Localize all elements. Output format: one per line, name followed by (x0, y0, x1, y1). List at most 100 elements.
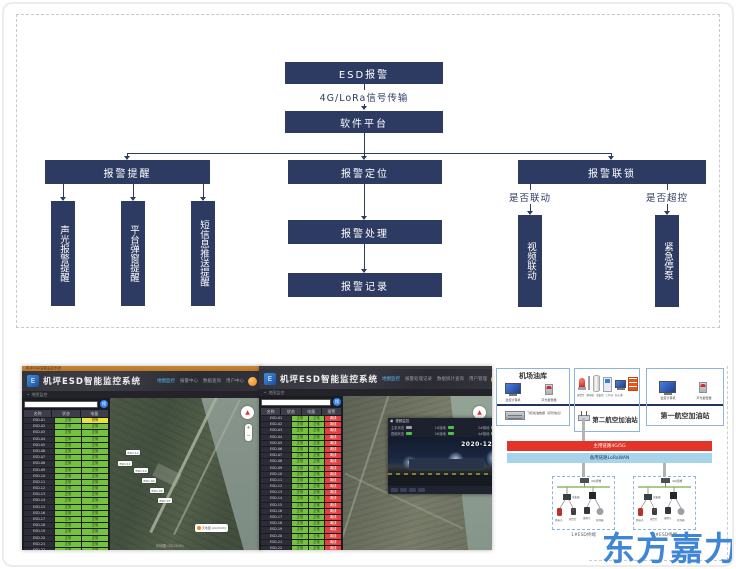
satellite-map[interactable]: ▲ +− ▣ 视频监控 ⤢ ✕ 主机状态1#接地2#接地报警状态视频状态3#接地… (343, 396, 492, 550)
table-row[interactable]: ESD-11正常正常离线 (261, 478, 341, 483)
device-name: ESD-06 (24, 449, 54, 454)
table-row[interactable]: ESD-12正常正常离线 (261, 484, 341, 489)
device-label: 静电桩 (587, 393, 595, 397)
map-marker-label[interactable]: ESD-12 (126, 450, 140, 455)
table-row[interactable]: ESD-07正常正常离线 (261, 453, 341, 458)
table-row[interactable]: ESD-21正常正常离线 (261, 540, 341, 545)
nav-item[interactable]: 数据统计查询 (437, 376, 464, 382)
table-row[interactable]: ESD-19正常正常离线 (261, 527, 341, 532)
nav-item[interactable]: 报警中心 (180, 378, 198, 384)
nav-item[interactable]: 用户管理 (469, 376, 487, 382)
table-row[interactable]: ESD-07正常正常 (24, 455, 108, 460)
device-name: ESD-08 (261, 459, 291, 464)
search-button[interactable]: 搜 (333, 398, 341, 406)
search-input[interactable] (24, 401, 98, 408)
table-row[interactable]: ESD-20正常正常 (24, 536, 108, 541)
table-row[interactable]: ESD-14正常正常 (24, 498, 108, 503)
satellite-map[interactable]: ESD-12 ESD-11ESD-10 ESD-09 ESD-08 ESD-07 ▲ +… (110, 398, 262, 550)
map-marker-label[interactable]: ESD-11 (118, 461, 132, 466)
table-row[interactable]: ESD-17正常正常离线 (261, 515, 341, 520)
play-button[interactable] (391, 488, 398, 493)
table-row[interactable]: ESD-03正常正常 (24, 430, 108, 435)
table-row[interactable]: ESD-14正常正常离线 (261, 496, 341, 501)
server-icon (505, 411, 525, 420)
compass-control[interactable]: ▲ (241, 406, 254, 419)
zoom-control[interactable]: +− (245, 424, 252, 441)
table-row[interactable]: ESD-06正常正常离线 (261, 447, 341, 452)
map-marker-label[interactable]: ESD-08 (150, 488, 164, 493)
table-row[interactable]: ESD-06正常正常 (24, 449, 108, 454)
map-marker-label[interactable]: ESD-09 (142, 478, 156, 483)
table-row[interactable]: ESD-13正常正常 (24, 492, 108, 497)
table-row[interactable]: ESD-19正常正常 (24, 529, 108, 534)
table-row[interactable]: ESD-22正常正常 (24, 548, 108, 550)
nav-item[interactable]: 报警处理记录 (405, 376, 432, 382)
table-row[interactable]: ESD-03正常正常离线 (261, 428, 341, 433)
table-row[interactable]: ESD-04正常正常离线 (261, 435, 341, 440)
alarm-cell: 离线 (325, 453, 341, 458)
flow-node-esd-alarm: ESD报警 (285, 62, 443, 84)
status-cell: 正常 (292, 503, 308, 508)
battery-cell: 正常 (82, 492, 108, 497)
battery-cell: 正常 (82, 529, 108, 534)
table-row[interactable]: ESD-01正常正常离线 (261, 416, 341, 421)
table-row[interactable]: ESD-11正常正常 (24, 480, 108, 485)
table-row[interactable]: ESD-10正常正常离线 (261, 472, 341, 477)
status-cell: 正常 (292, 453, 308, 458)
table-row[interactable]: ESD-09正常正常离线 (261, 466, 341, 471)
device-name: ESD-12 (261, 484, 291, 489)
flow-node-emergency-stop: 紧急停泵 (655, 215, 679, 307)
table-row[interactable]: ESD-01正常预警 (24, 418, 108, 423)
map-marker-label[interactable]: ESD-10 (134, 468, 148, 473)
table-row[interactable]: ESD-08正常正常离线 (261, 459, 341, 464)
status-cell: 正常 (292, 416, 308, 421)
table-row[interactable]: ESD-12正常正常 (24, 486, 108, 491)
table-row[interactable]: ESD-13正常正常离线 (261, 490, 341, 495)
alarm-cell: 离线 (325, 496, 341, 501)
battery-cell: 正常 (82, 455, 108, 460)
table-row[interactable]: ESD-05正常正常 (24, 443, 108, 448)
app-title: 机坪ESD智能监控系统 (43, 375, 141, 387)
fullscreen-button[interactable] (418, 488, 425, 493)
table-row[interactable]: ESD-10正常正常 (24, 474, 108, 479)
nav-item[interactable]: 地图监控 (382, 376, 400, 382)
battery-cell: 正常 (309, 472, 325, 477)
table-row[interactable]: ESD-15正常正常 (24, 505, 108, 510)
avatar[interactable] (248, 377, 257, 386)
table-row[interactable]: ESD-20正常正常离线 (261, 534, 341, 539)
battery-cell: 正常 (82, 517, 108, 522)
table-row[interactable]: ESD-05正常正常离线 (261, 441, 341, 446)
table-row[interactable]: ESD-08正常正常 (24, 461, 108, 466)
table-row[interactable]: ESD-21正常正常 (24, 542, 108, 547)
table-header: 名称状态电量报警 (261, 408, 341, 415)
table-row[interactable]: ESD-02正常正常离线 (261, 422, 341, 427)
table-row[interactable]: ESD-09正常正常 (24, 468, 108, 473)
table-row[interactable]: ESD-18正常正常离线 (261, 521, 341, 526)
record-button[interactable] (409, 488, 416, 493)
table-row[interactable]: ESD-22正常正常离线 (261, 546, 341, 550)
device-table: ESD-01正常正常离线ESD-02正常正常离线ESD-03正常正常离线 ESD-… (261, 416, 341, 550)
nav-item[interactable]: 用户中心 (226, 378, 244, 384)
svg-text:4G终端: 4G终端 (591, 478, 601, 483)
table-row[interactable]: ESD-15正常正常离线 (261, 503, 341, 508)
search-input[interactable] (261, 399, 331, 406)
map-marker-label[interactable]: ESD-07 (158, 498, 172, 503)
nav-item[interactable]: 数据查询 (203, 378, 221, 384)
station2-title: 第二航空加油站 (583, 414, 647, 424)
app-logo-icon: E (264, 373, 276, 385)
avatar[interactable] (491, 375, 492, 384)
table-row[interactable]: ESD-04正常正常 (24, 437, 108, 442)
snapshot-button[interactable] (400, 488, 407, 493)
alarm-device-icon (545, 384, 553, 395)
table-row[interactable]: ESD-16正常正常离线 (261, 509, 341, 514)
status-cell: 正常 (292, 546, 308, 550)
table-row[interactable]: ESD-16正常正常 (24, 511, 108, 516)
flow-node-interlock: 报警联锁 (518, 160, 706, 184)
table-row[interactable]: ESD-02正常正常 (24, 424, 108, 429)
search-button[interactable]: 搜 (100, 400, 108, 408)
table-row[interactable]: ESD-17正常正常 (24, 517, 108, 522)
nav-item[interactable]: 地图监控 (157, 378, 175, 384)
device-name: ESD-03 (24, 430, 54, 435)
status-cell: 正常 (55, 418, 81, 423)
table-row[interactable]: ESD-18正常正常 (24, 523, 108, 528)
